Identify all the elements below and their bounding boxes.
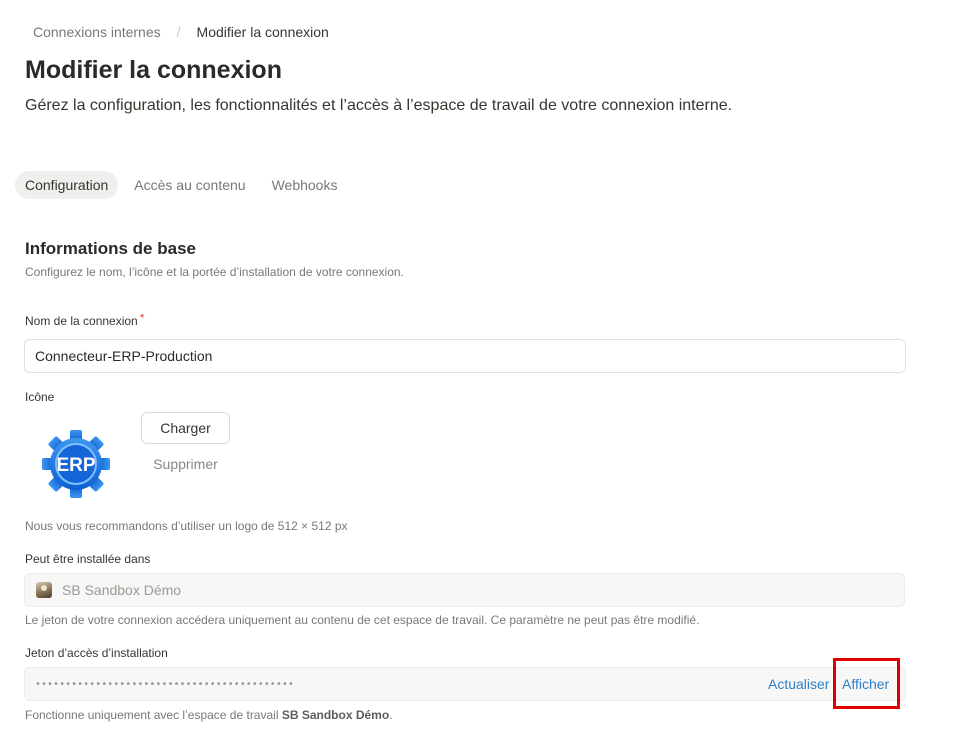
remove-icon-button[interactable]: Supprimer: [141, 456, 230, 472]
upload-icon-button[interactable]: Charger: [141, 412, 230, 444]
connection-name-input[interactable]: Connecteur-ERP-Production: [24, 339, 906, 373]
breadcrumb-separator: /: [176, 24, 181, 40]
token-hint-suffix: .: [389, 708, 393, 722]
tab-bar: Configuration Accès au contenu Webhooks: [15, 171, 353, 199]
token-hint-prefix: Fonctionne uniquement avec l’espace de t…: [25, 708, 282, 722]
icon-size-hint: Nous vous recommandons d’utiliser un log…: [25, 519, 348, 533]
tab-configuration[interactable]: Configuration: [15, 171, 119, 199]
breadcrumb-parent-link[interactable]: Connexions internes: [33, 24, 161, 40]
token-workspace-hint: Fonctionne uniquement avec l’espace de t…: [25, 708, 393, 722]
breadcrumb-current: Modifier la connexion: [196, 24, 329, 40]
install-scope-hint: Le jeton de votre connexion accédera uni…: [25, 613, 700, 627]
section-description: Configurez le nom, l’icône et la portée …: [25, 265, 404, 279]
workspace-name: SB Sandbox Démo: [62, 582, 182, 598]
erp-logo-text: ERP: [56, 455, 95, 476]
token-hint-workspace: SB Sandbox Démo: [281, 708, 390, 722]
erp-logo-icon: ERP: [42, 430, 110, 498]
workspace-avatar: [36, 582, 52, 598]
tab-webhooks[interactable]: Webhooks: [262, 171, 348, 199]
page-subtitle: Gérez la configuration, les fonctionnali…: [25, 97, 733, 114]
page-title: Modifier la connexion: [25, 56, 282, 84]
install-scope-label: Peut être installée dans: [25, 552, 151, 566]
section-title: Informations de base: [25, 239, 196, 258]
breadcrumb: Connexions internes / Modifier la connex…: [33, 24, 329, 40]
refresh-token-button[interactable]: Actualiser: [768, 676, 829, 692]
connection-name-value: Connecteur-ERP-Production: [35, 348, 213, 364]
required-indicator: *: [139, 311, 145, 325]
connection-name-label: Nom de la connexion *: [25, 311, 145, 328]
tab-content-access[interactable]: Accès au contenu: [124, 171, 255, 199]
highlight-annotation-box: [833, 658, 900, 709]
connection-name-label-text: Nom de la connexion: [25, 314, 138, 328]
masked-token-value: ••••••••••••••••••••••••••••••••••••••••…: [35, 678, 294, 690]
workspace-select: SB Sandbox Démo: [24, 573, 905, 607]
install-token-label: Jeton d’accès d’installation: [25, 646, 168, 660]
icon-label: Icône: [25, 390, 55, 404]
